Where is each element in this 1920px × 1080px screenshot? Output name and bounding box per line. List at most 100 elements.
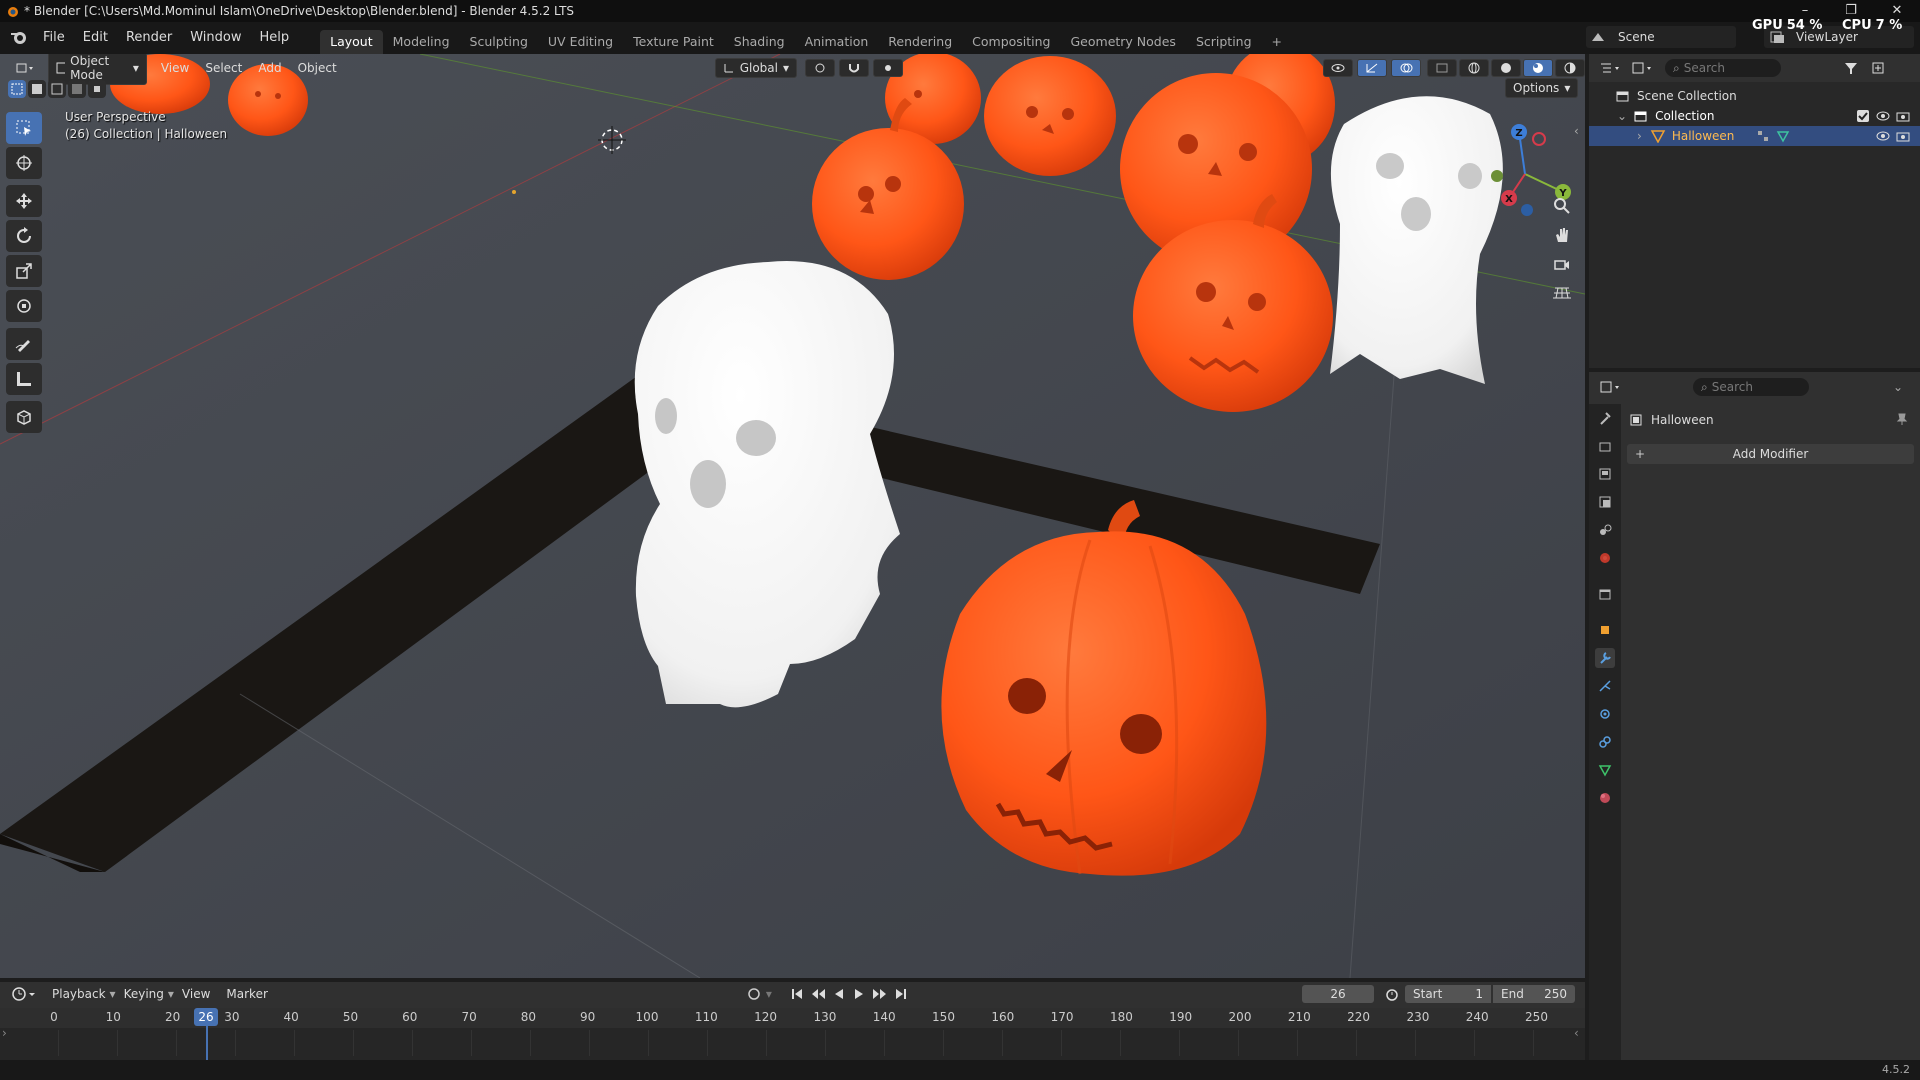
zoom-button[interactable] <box>1549 193 1575 219</box>
properties-editor-icon[interactable] <box>1599 380 1623 394</box>
outliner-row-collection[interactable]: ⌄ Collection <box>1589 106 1920 126</box>
camera-render-icon[interactable] <box>1896 109 1910 123</box>
tab-modeling[interactable]: Modeling <box>383 30 460 54</box>
tab-object[interactable] <box>1595 620 1615 640</box>
tab-modifier[interactable] <box>1595 648 1615 668</box>
tab-render[interactable] <box>1595 436 1615 456</box>
tab-particles[interactable] <box>1595 676 1615 696</box>
outliner-row-scene-collection[interactable]: Scene Collection <box>1589 86 1920 106</box>
expand-chevron-icon[interactable]: › <box>1637 129 1642 143</box>
blender-menu-icon[interactable] <box>10 30 28 46</box>
3d-viewport[interactable]: Object Mode ▾ View Select Add Object Glo… <box>0 54 1585 978</box>
pivot-point-button[interactable] <box>805 59 835 77</box>
add-cube-tool[interactable] <box>6 401 42 433</box>
tab-texture-paint[interactable]: Texture Paint <box>623 30 724 54</box>
pan-button[interactable] <box>1549 222 1575 248</box>
select-intersect-button[interactable] <box>88 80 106 98</box>
tab-compositing[interactable]: Compositing <box>962 30 1060 54</box>
start-frame-field[interactable]: Start 1 <box>1405 985 1491 1003</box>
filter-icon[interactable] <box>1843 61 1865 75</box>
neg-z-axis-handle[interactable] <box>1521 204 1533 216</box>
eye-icon[interactable] <box>1876 110 1890 122</box>
chevron-down-icon[interactable]: ⌄ <box>1893 380 1903 394</box>
tab-world[interactable] <box>1595 548 1615 568</box>
viewport-menu-select[interactable]: Select <box>197 61 250 75</box>
menu-file[interactable]: File <box>34 26 74 50</box>
outliner-editor-icon[interactable] <box>1599 61 1623 75</box>
select-box-tool[interactable] <box>6 112 42 144</box>
tab-scene[interactable] <box>1595 520 1615 540</box>
cursor-tool[interactable] <box>6 147 42 179</box>
select-subtract-button[interactable] <box>48 80 66 98</box>
tab-tool[interactable] <box>1595 408 1615 428</box>
transform-tool[interactable] <box>6 290 42 322</box>
viewport-menu-view[interactable]: View <box>153 61 197 75</box>
scale-tool[interactable] <box>6 255 42 287</box>
timeline-menu-marker[interactable]: Marker <box>218 987 275 1001</box>
tab-material[interactable] <box>1595 788 1615 808</box>
xray-button[interactable] <box>1427 59 1457 77</box>
display-mode-icon[interactable] <box>1631 61 1655 75</box>
menu-help[interactable]: Help <box>251 26 299 50</box>
collapse-chevron-icon[interactable]: ⌄ <box>1617 109 1627 123</box>
properties-search-input[interactable]: ⌕ Search <box>1693 378 1809 396</box>
tab-view-layer[interactable] <box>1595 492 1615 512</box>
tab-data[interactable] <box>1595 760 1615 780</box>
pin-icon[interactable] <box>1895 412 1909 426</box>
tab-physics[interactable] <box>1595 704 1615 724</box>
gizmo-toggle-button[interactable] <box>1357 59 1387 77</box>
timeline-menu-view[interactable]: View <box>174 987 218 1001</box>
move-tool[interactable] <box>6 185 42 217</box>
transform-orientation-dropdown[interactable]: Global ▾ <box>714 58 797 78</box>
timeline-track-area[interactable]: 0 10 20 30 40 50 60 70 80 90 100 110 120 130 140 150 160… <box>0 1008 1585 1060</box>
perspective-toggle-button[interactable] <box>1549 280 1575 306</box>
sidebar-toggle-icon[interactable]: ‹ <box>1574 124 1579 138</box>
scene-selector[interactable]: Scene <box>1586 26 1736 48</box>
right-scroll-arrow-icon[interactable]: ‹ <box>1574 1026 1579 1040</box>
viewport-menu-add[interactable]: Add <box>250 61 289 75</box>
tab-output[interactable] <box>1595 464 1615 484</box>
material-shading-button[interactable] <box>1523 59 1553 77</box>
viewport-scene[interactable] <box>0 54 1585 978</box>
visibility-button[interactable] <box>1323 59 1353 77</box>
tab-collection[interactable] <box>1595 584 1615 604</box>
auto-keying-icon[interactable] <box>746 986 762 1002</box>
new-collection-icon[interactable] <box>1871 61 1887 75</box>
snap-button[interactable] <box>839 59 869 77</box>
tab-shading[interactable]: Shading <box>724 30 795 54</box>
add-modifier-button[interactable]: + Add Modifier <box>1627 444 1914 464</box>
left-scroll-arrow-icon[interactable]: › <box>2 1026 7 1040</box>
jump-end-icon[interactable] <box>894 987 908 1001</box>
proportional-edit-button[interactable] <box>873 59 903 77</box>
options-dropdown[interactable]: Options ▾ <box>1505 78 1579 98</box>
neg-x-axis-handle[interactable] <box>1532 132 1546 146</box>
current-frame-field[interactable]: 26 <box>1302 985 1374 1003</box>
tab-uv-editing[interactable]: UV Editing <box>538 30 623 54</box>
solid-shading-button[interactable] <box>1491 59 1521 77</box>
select-new-button[interactable] <box>8 80 26 98</box>
camera-render-icon[interactable] <box>1896 129 1910 143</box>
tab-rendering[interactable]: Rendering <box>878 30 962 54</box>
select-invert-button[interactable] <box>68 80 86 98</box>
playhead-frame-label[interactable]: 26 <box>194 1008 218 1026</box>
tab-layout[interactable]: Layout <box>320 30 383 54</box>
overlay-toggle-button[interactable] <box>1391 59 1421 77</box>
camera-view-button[interactable] <box>1549 251 1575 277</box>
outliner-row-halloween[interactable]: › Halloween <box>1589 126 1920 146</box>
timeline-menu-playback[interactable]: Playback <box>44 987 114 1001</box>
play-reverse-icon[interactable] <box>832 987 846 1001</box>
timeline-editor-icon[interactable] <box>10 986 38 1002</box>
measure-tool[interactable] <box>6 363 42 395</box>
menu-window[interactable]: Window <box>181 26 250 50</box>
tab-geometry-nodes[interactable]: Geometry Nodes <box>1061 30 1186 54</box>
viewport-menu-object[interactable]: Object <box>290 61 345 75</box>
menu-render[interactable]: Render <box>117 26 181 50</box>
tab-scripting[interactable]: Scripting <box>1186 30 1262 54</box>
add-workspace-button[interactable]: + <box>1262 30 1292 54</box>
editor-type-button[interactable] <box>8 59 44 77</box>
eye-icon[interactable] <box>1876 130 1890 142</box>
end-frame-field[interactable]: End 250 <box>1493 985 1575 1003</box>
tab-animation[interactable]: Animation <box>795 30 879 54</box>
tab-constraints[interactable] <box>1595 732 1615 752</box>
play-icon[interactable] <box>852 987 866 1001</box>
